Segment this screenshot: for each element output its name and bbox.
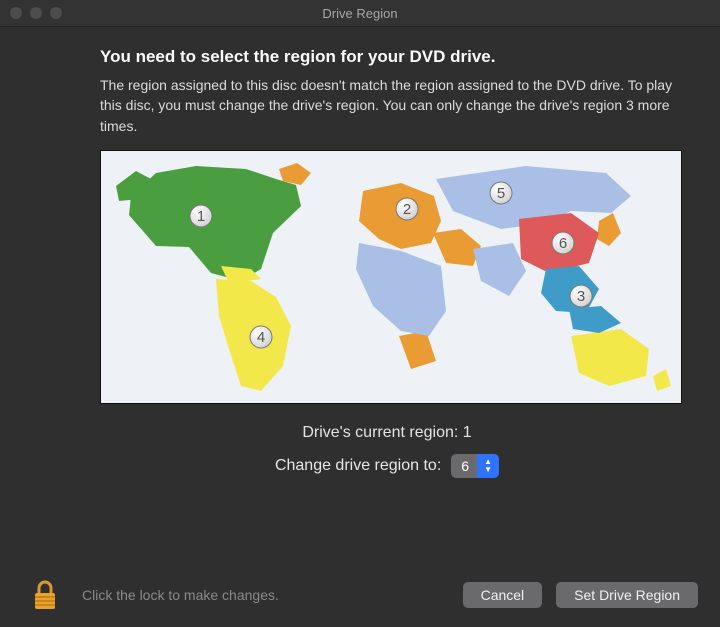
region-6-label: 6 — [559, 235, 567, 252]
region-4-label: 4 — [257, 329, 265, 346]
heading: You need to select the region for your D… — [100, 47, 694, 67]
titlebar: Drive Region — [0, 0, 720, 27]
region-map[interactable]: 1 2 3 4 5 6 — [100, 150, 682, 404]
stepper-icon: ▲▼ — [477, 454, 499, 478]
world-map-svg: 1 2 3 4 5 6 — [101, 151, 681, 403]
region-5-label: 5 — [497, 185, 505, 202]
window-title: Drive Region — [0, 6, 720, 21]
lock-hint: Click the lock to make changes. — [82, 587, 449, 603]
footer: Click the lock to make changes. Cancel S… — [0, 563, 720, 627]
change-region-row: Change drive region to: 6 ▲▼ — [80, 454, 694, 478]
change-region-label: Change drive region to: — [275, 457, 441, 475]
set-drive-region-button[interactable]: Set Drive Region — [556, 582, 698, 608]
region-select[interactable]: 6 ▲▼ — [451, 454, 499, 478]
lock-icon[interactable] — [32, 579, 58, 611]
description: The region assigned to this disc doesn't… — [100, 75, 680, 136]
region-3-label: 3 — [577, 288, 585, 305]
region-1-label: 1 — [197, 208, 205, 225]
region-select-value: 6 — [451, 454, 477, 478]
current-region-label: Drive's current region: 1 — [80, 424, 694, 442]
cancel-button[interactable]: Cancel — [463, 582, 543, 608]
region-2-label: 2 — [403, 201, 411, 218]
content: You need to select the region for your D… — [0, 27, 720, 492]
